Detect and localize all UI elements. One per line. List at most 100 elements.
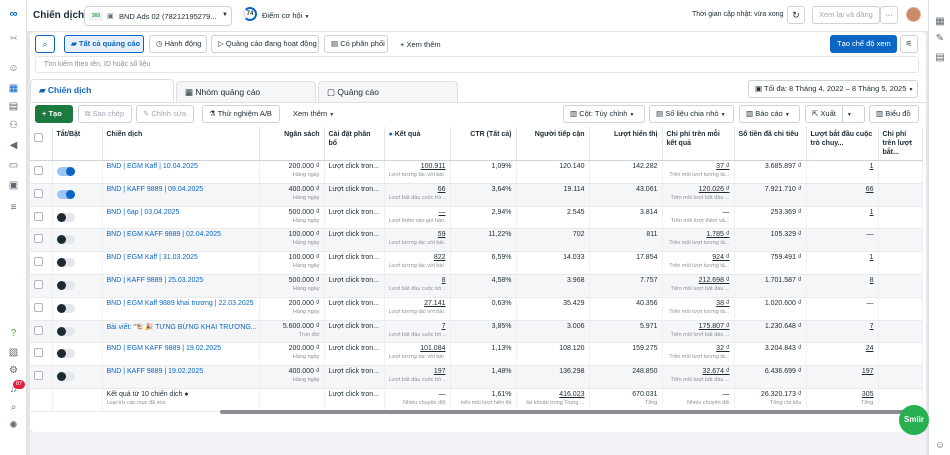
result-value[interactable]: 7 [442,323,446,330]
smile-icon[interactable]: ☺ [933,440,947,451]
ab-test-button[interactable]: ⚗ Thử nghiệm A/B [202,105,280,123]
campaign-toggle[interactable] [56,258,75,268]
row-toggle[interactable] [52,183,103,207]
campaign-toggle[interactable] [56,303,75,313]
horizontal-scrollbar[interactable] [220,410,910,414]
row-select[interactable] [30,206,53,230]
table-row[interactable]: BND | EGM KAFF 9889 | 02.04.2025 100.000 … [30,228,923,253]
news-icon[interactable]: ▧ [6,347,21,359]
row-select[interactable] [30,183,53,207]
row-campaign-name[interactable]: Bài viết: "🐮🎉 TƯNG BỪNG KHAI TRƯƠNG... [102,320,260,344]
has-delivery-filter[interactable]: ▤ Có phân phối [324,35,388,53]
create-button[interactable]: + Tạo [35,105,73,123]
row-checkbox[interactable] [34,325,43,335]
cost-per-result-value[interactable]: 1.785 ₫ [706,231,729,238]
actions-filter[interactable]: ◷ Hành động [149,35,207,53]
audience-icon[interactable]: ⚇ [6,120,21,132]
col-campaign[interactable]: Chiến dịch [102,127,260,161]
convos-value[interactable]: 1 [870,209,874,216]
cost-per-result-value[interactable]: 38 ₫ [716,300,729,307]
row-checkbox[interactable] [34,348,43,358]
table-row[interactable]: BND | EGM Kaff 9889 khai trương | 22.03.… [30,297,923,321]
col-budget[interactable]: Ngân sách [259,127,325,161]
pages-icon[interactable]: ▤ [6,101,21,113]
table-row[interactable]: BND | KAFF 9889 | 09.04.2025 400.000 ₫ Hàn… [30,183,923,207]
cost-per-result-value[interactable]: 32 ₫ [716,345,729,352]
more-options-button[interactable]: ··· [880,6,898,24]
settings-gear-icon[interactable]: ⚙ [6,365,21,377]
col-onoff[interactable]: Tắt/Bật [52,127,103,161]
row-checkbox[interactable] [34,211,43,221]
table-row[interactable]: BND | EGM Kaff | 31.03.2025 100.000 ₫ Hàng… [30,251,923,275]
collapse-nav-icon[interactable]: >< [6,33,21,45]
create-view-button[interactable]: Tạo chế độ xem [830,35,897,53]
col-amount-spent[interactable]: Số tiền đã chi tiêu [734,127,807,161]
table-row[interactable]: BND | KAFF 9889 | 19.02.2025 400.000 ₫ Hàn… [30,365,923,389]
col-reach[interactable]: Người tiếp cận [516,127,590,161]
col-impressions[interactable]: Lượt hiển thị [589,127,663,161]
edit-button[interactable]: ✎ Chỉnh sửa [136,105,194,123]
row-campaign-name[interactable]: BND | KAFF 9889 | 25.03.2025 [102,274,260,298]
row-select[interactable] [30,228,53,253]
row-campaign-name[interactable]: BND | KAFF 9889 | 19.02.2025 [102,365,260,389]
campaign-name-link[interactable]: BND | EGM KAFF 9889 | 02.04.2025 [107,231,222,238]
campaign-name-link[interactable]: BND | EGM KAFF 9889 | 19.02.2025 [107,345,222,352]
campaigns-table-icon[interactable]: ▦ [6,83,21,95]
convos-value[interactable]: — [867,231,874,238]
select-all-header[interactable] [30,127,53,161]
campaign-name-link[interactable]: BND | EGM Kaff 9889 khai trương | 22.03.… [107,300,254,307]
row-checkbox[interactable] [34,234,43,244]
row-toggle[interactable] [52,297,103,321]
col-convos[interactable]: Lượt bắt đầu cuộc trò chuy... [806,127,879,161]
row-checkbox[interactable] [34,166,43,175]
reports-dropdown[interactable]: ▧ Báo cáo ▼ [739,105,800,123]
account-selector[interactable]: 360 ▣ BND Ads 02 (78212195279... ▼ [84,6,232,26]
campaign-toggle[interactable] [56,349,75,359]
convos-value[interactable]: 8 [870,277,874,284]
convos-value[interactable]: 7 [870,323,874,330]
row-checkbox[interactable] [34,257,43,267]
toolbar-more-dropdown[interactable]: Xem thêm ▼ [293,109,334,118]
campaign-name-link[interactable]: BND | EGM Kaff | 31.03.2025 [107,254,198,261]
search-icon[interactable]: ⌕ [6,402,21,414]
date-range-picker[interactable]: ▣ Tối đa: 8 Tháng 4, 2022 – 8 Tháng 5, 2… [748,80,918,98]
row-toggle[interactable] [52,206,103,230]
smiir-chat-button[interactable]: Smiir [899,405,929,435]
search-icon[interactable]: ⌕ [35,35,55,53]
row-toggle[interactable] [52,251,103,275]
campaign-name-link[interactable]: BND | KAFF 9889 | 19.02.2025 [107,368,204,375]
avatar[interactable] [906,7,921,22]
row-campaign-name[interactable]: BND | 6ap | 03.04.2025 [102,206,260,230]
result-value[interactable]: — [439,209,446,216]
campaign-name-link[interactable]: BND | 6ap | 03.04.2025 [107,209,180,216]
campaign-name-link[interactable]: Bài viết: "🐮🎉 TƯNG BỪNG KHAI TRƯƠNG... [107,324,257,331]
all-ads-filter[interactable]: ▰ Tất cả quảng cáo [64,35,144,53]
row-toggle[interactable] [52,160,103,184]
row-campaign-name[interactable]: BND | EGM KAFF 9889 | 02.04.2025 [102,228,260,253]
result-value[interactable]: 66 [438,186,446,193]
convos-value[interactable]: 197 [862,368,874,375]
campaign-toggle[interactable] [56,326,75,336]
col-results[interactable]: ● Kết quả [384,127,451,161]
cost-per-result-value[interactable]: 924 ₫ [712,254,729,261]
select-all-checkbox[interactable] [34,133,43,142]
refresh-icon[interactable]: ↻ [787,6,805,24]
cost-per-result-value[interactable]: 175.807 ₫ [699,323,730,330]
convos-value[interactable]: 1 [870,163,874,170]
smile-icon[interactable]: ☺ [6,63,21,75]
cost-per-result-value[interactable]: — [723,209,730,216]
meta-logo-icon[interactable]: ∞ [6,8,21,20]
row-toggle[interactable] [52,228,103,253]
help-icon[interactable]: ? [6,328,21,340]
row-select[interactable] [30,297,53,321]
row-toggle[interactable] [52,320,103,344]
col-cost-convo[interactable]: Chi phí trên lượt bắt... [878,127,923,161]
row-select[interactable] [30,160,53,184]
col-cost-per-result[interactable]: Chi phí trên mỗi kết quả [662,127,735,161]
settings-sliders-icon[interactable]: ⚟ [900,35,918,53]
col-ctr[interactable]: CTR (Tất cả) [450,127,517,161]
col-attribution[interactable]: Cài đặt phân bổ [324,127,385,161]
row-checkbox[interactable] [34,279,43,289]
tab-adsets[interactable]: ▦ Nhóm quảng cáo [176,81,316,102]
campaign-name-link[interactable]: BND | KAFF 9889 | 09.04.2025 [107,186,204,193]
